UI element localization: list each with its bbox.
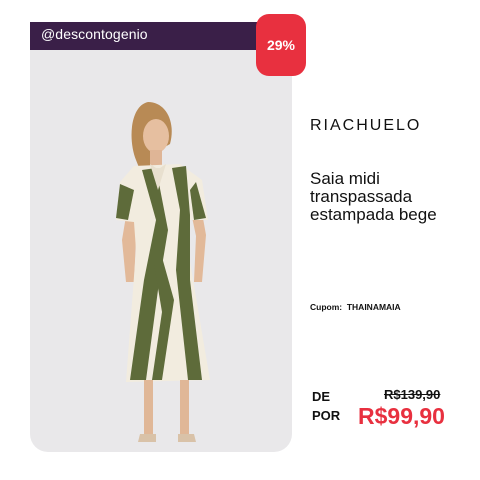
coupon-line: Cupom: THAINAMAIA bbox=[310, 302, 401, 312]
product-title[interactable]: Saia midi transpassada estampada bege bbox=[310, 170, 470, 224]
old-price: R$139,90 bbox=[384, 387, 441, 402]
product-image-panel[interactable] bbox=[30, 50, 292, 452]
social-handle[interactable]: @descontogenio bbox=[41, 26, 148, 42]
brand-name: RIACHUELO bbox=[310, 117, 422, 134]
coupon-code[interactable]: THAINAMAIA bbox=[347, 302, 401, 312]
price-from-label: DE bbox=[312, 389, 331, 404]
new-price: R$99,90 bbox=[358, 403, 445, 429]
price-to-label: POR bbox=[312, 408, 341, 423]
product-photo bbox=[116, 102, 210, 442]
coupon-label: Cupom: bbox=[310, 302, 343, 312]
discount-badge: 29% bbox=[256, 14, 306, 76]
discount-percent: 29% bbox=[266, 37, 296, 53]
